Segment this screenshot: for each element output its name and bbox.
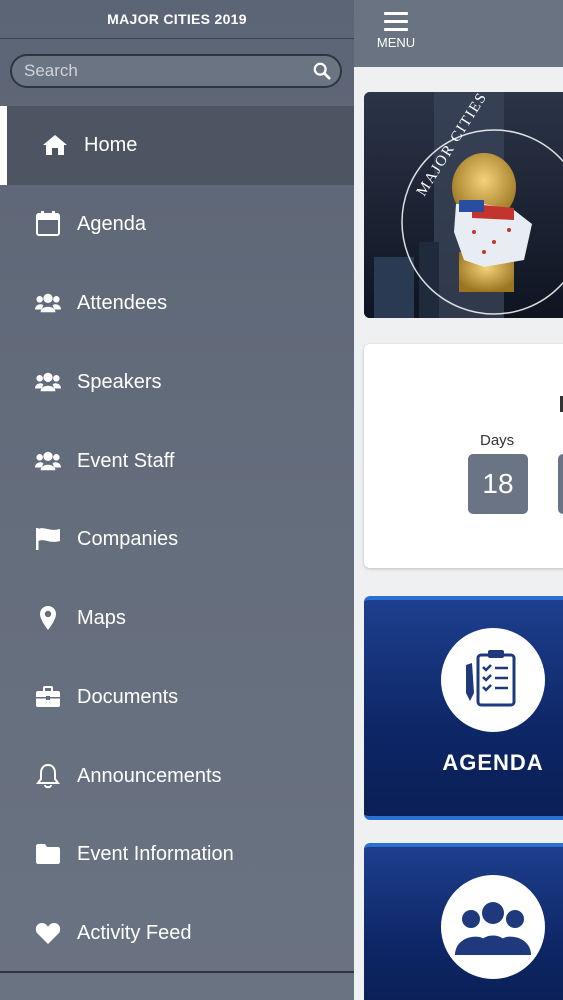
- sidebar-item-home[interactable]: Home: [0, 106, 354, 185]
- calendar-icon: [35, 211, 61, 237]
- side-menu: MAJOR CITIES 2019 Home Agenda Attendees …: [0, 0, 354, 1000]
- bell-icon: [35, 763, 61, 789]
- sidebar-item-documents[interactable]: Documents: [0, 658, 354, 737]
- top-bar: MENU: [354, 0, 563, 67]
- heart-icon: [35, 920, 61, 946]
- sidebar-title: MAJOR CITIES 2019: [0, 0, 354, 39]
- countdown-card: Days 18: [364, 344, 563, 568]
- sidebar-item-label: Announcements: [77, 765, 222, 787]
- search-input[interactable]: [24, 56, 304, 86]
- sidebar-item-event-staff[interactable]: Event Staff: [0, 422, 354, 501]
- flag-icon: [35, 526, 61, 552]
- folder-icon: [35, 841, 61, 867]
- event-banner[interactable]: MAJOR CITIES CON: [364, 92, 563, 318]
- sidebar-item-companies[interactable]: Companies: [0, 500, 354, 579]
- sidebar-item-label: Documents: [77, 686, 179, 708]
- sidebar-item-label: Event Information: [77, 843, 234, 865]
- agenda-tile-label: AGENDA: [442, 750, 544, 775]
- sidebar-item-label: Attendees: [77, 292, 168, 314]
- sidebar-item-label: Maps: [77, 607, 126, 629]
- menu-label: MENU: [376, 35, 416, 50]
- banner-image: MAJOR CITIES CON: [364, 92, 563, 318]
- main-content: MENU MAJOR CITIES Days 18 AGENDA: [354, 0, 563, 1000]
- sidebar-item-event-information[interactable]: Event Information: [0, 815, 354, 894]
- home-icon: [42, 132, 68, 158]
- users-icon: [35, 369, 61, 395]
- sidebar-item-label: Agenda: [77, 213, 146, 235]
- agenda-tile[interactable]: AGENDA: [364, 596, 563, 820]
- users-icon: [35, 290, 61, 316]
- people-group-icon: [441, 875, 545, 979]
- users-icon: [35, 448, 61, 474]
- sidebar-item-activity-feed[interactable]: Activity Feed: [0, 894, 354, 973]
- days-value: 18: [468, 454, 528, 514]
- days-label: Days: [480, 432, 515, 449]
- sidebar-item-agenda[interactable]: Agenda: [0, 185, 354, 264]
- sidebar-divider: [0, 971, 354, 973]
- clipboard-checklist-icon: [441, 628, 545, 732]
- sidebar-item-label: Home: [84, 134, 138, 156]
- sidebar-item-maps[interactable]: Maps: [0, 579, 354, 658]
- menu-button[interactable]: MENU: [372, 10, 420, 60]
- sidebar-item-label: Activity Feed: [77, 922, 192, 944]
- sidebar-item-attendees[interactable]: Attendees: [0, 264, 354, 343]
- sidebar-item-label: Companies: [77, 528, 179, 550]
- search-icon[interactable]: [313, 62, 331, 80]
- sidebar-item-speakers[interactable]: Speakers: [0, 343, 354, 422]
- sidebar-item-label: Event Staff: [77, 450, 175, 472]
- sidebar-item-label: Speakers: [77, 371, 162, 393]
- sidebar-item-announcements[interactable]: Announcements: [0, 737, 354, 816]
- attendees-tile[interactable]: [364, 843, 563, 1000]
- hours-value: [558, 454, 563, 514]
- search-box[interactable]: [10, 54, 342, 88]
- briefcase-icon: [35, 684, 61, 710]
- map-pin-icon: [35, 605, 61, 631]
- hamburger-icon: [384, 12, 408, 31]
